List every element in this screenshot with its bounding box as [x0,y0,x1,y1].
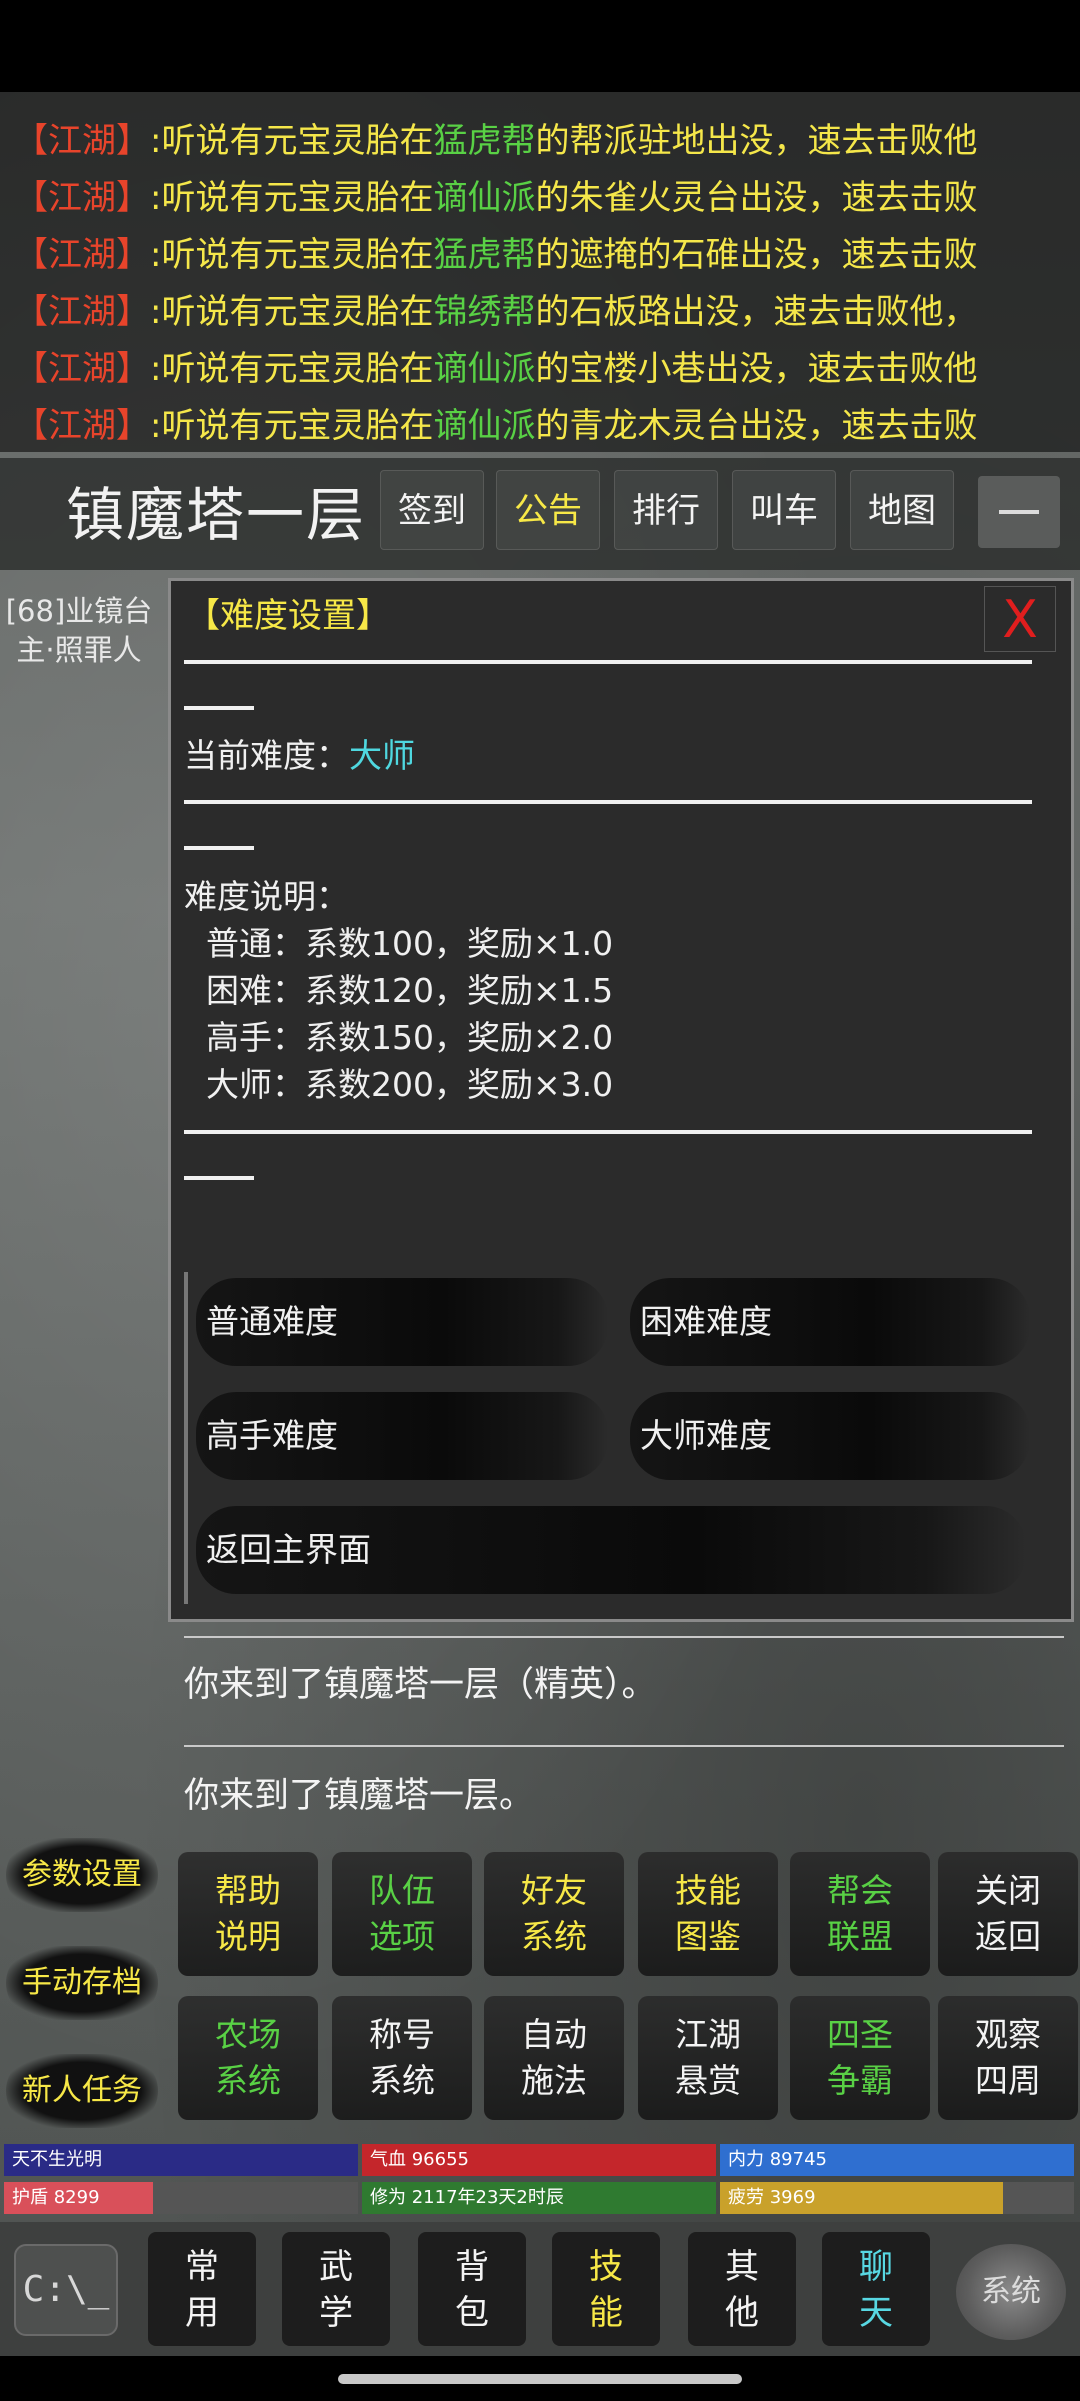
news-line: 【江湖】:听说有元宝灵胎在锦绣帮的石板路出没，速去击败他， [14,292,978,332]
close-return-button[interactable]: 关闭 返回 [938,1852,1078,1976]
divider [184,800,1032,804]
divider [184,1636,1064,1638]
title-system-button[interactable]: 称号 系统 [332,1996,472,2120]
cultivation-bar: 修为 2117年23天2时辰 [362,2182,716,2214]
news-line: 【江湖】:听说有元宝灵胎在猛虎帮的帮派驻地出没，速去击败他 [14,121,978,161]
map-button[interactable]: 地图 [850,470,954,550]
difficulty-desc-line: 困难：系数120，奖励×1.5 [206,971,614,1010]
news-ticker: 【江湖】:听说有元宝灵胎在猛虎帮的帮派驻地出没，速去击败他 【江湖】:听说有元宝… [0,92,1080,452]
divider [184,1130,1032,1134]
guild-alliance-button[interactable]: 帮会 联盟 [790,1852,930,1976]
minus-icon [999,510,1039,514]
dialog-title: 【难度设置】 [186,596,390,636]
master-difficulty-option[interactable]: 大师难度 [626,1392,772,1480]
help-button[interactable]: 帮助 说明 [178,1852,318,1976]
news-line: 【江湖】:听说有元宝灵胎在猛虎帮的遮掩的石碓出没，速去击败 [14,235,978,275]
skill-codex-button[interactable]: 技能 图鉴 [638,1852,778,1976]
friends-button[interactable]: 好友 系统 [484,1852,624,1976]
nav-bag[interactable]: 背包 [418,2232,526,2346]
difficulty-desc-line: 高手：系数150，奖励×2.0 [206,1018,614,1057]
npc-name[interactable]: [68]业镜台主·照罪人 [4,592,154,670]
divider [184,1745,1064,1747]
log-message: 你来到了镇魔塔一层（精英）。 [184,1665,657,1705]
difficulty-desc-label: 难度说明： [184,877,349,916]
divider [184,660,1032,664]
news-line: 【江湖】:听说有元宝灵胎在谪仙派的宝楼小巷出没，速去击败他 [14,349,978,389]
call-car-button[interactable]: 叫车 [732,470,836,550]
nav-other[interactable]: 其他 [688,2232,796,2346]
normal-difficulty-option[interactable]: 普通难度 [192,1278,338,1366]
gear-icon[interactable]: 系统 [956,2244,1066,2340]
title-bar-stat: 天不生光明 [4,2144,358,2176]
hard-difficulty-option[interactable]: 困难难度 [626,1278,772,1366]
news-line: 【江湖】:听说有元宝灵胎在谪仙派的青龙木灵台出没，速去击败 [14,406,978,446]
close-icon[interactable]: X [984,586,1056,652]
divider [184,846,254,850]
checkin-button[interactable]: 签到 [380,470,484,550]
return-main-option[interactable]: 返回主界面 [192,1506,371,1594]
manual-save-button[interactable]: 手动存档 [6,1946,158,2020]
announcement-button[interactable]: 公告 [496,470,600,550]
current-difficulty-value: 大师 [349,736,415,775]
current-difficulty: 当前难度：大师 [184,736,415,775]
divider [184,1176,254,1180]
look-around-button[interactable]: 观察 四周 [938,1996,1078,2120]
console-icon[interactable]: C:\_ [14,2244,118,2336]
difficulty-desc-line: 普通：系数100，奖励×1.0 [206,924,614,963]
nav-martial[interactable]: 武学 [282,2232,390,2346]
nav-common[interactable]: 常用 [148,2232,256,2346]
bounty-button[interactable]: 江湖 悬赏 [638,1996,778,2120]
fatigue-bar: 疲劳 3969 [720,2182,1074,2214]
log-message: 你来到了镇魔塔一层。 [184,1776,535,1816]
farm-button[interactable]: 农场 系统 [178,1996,318,2120]
ranking-button[interactable]: 排行 [614,470,718,550]
nav-chat[interactable]: 聊天 [822,2232,930,2346]
divider [184,706,254,710]
difficulty-desc-line: 大师：系数200，奖励×3.0 [206,1065,614,1104]
shield-bar: 护盾 8299 [4,2182,358,2214]
minimize-button[interactable] [978,476,1060,548]
auto-cast-button[interactable]: 自动 施法 [484,1996,624,2120]
expert-difficulty-option[interactable]: 高手难度 [192,1392,338,1480]
hp-bar: 气血 96655 [362,2144,716,2176]
news-line: 【江湖】:听说有元宝灵胎在谪仙派的朱雀火灵台出没，速去击败 [14,178,978,218]
nav-skills[interactable]: 技能 [552,2232,660,2346]
four-saints-button[interactable]: 四圣 争霸 [790,1996,930,2120]
newbie-quest-button[interactable]: 新人任务 [6,2054,158,2128]
settings-button[interactable]: 参数设置 [6,1838,158,1912]
home-indicator[interactable] [338,2374,742,2384]
status-bar [0,0,1080,92]
team-button[interactable]: 队伍 选项 [332,1852,472,1976]
location-title: 镇魔塔一层 [66,481,367,549]
mana-bar: 内力 89745 [720,2144,1074,2176]
